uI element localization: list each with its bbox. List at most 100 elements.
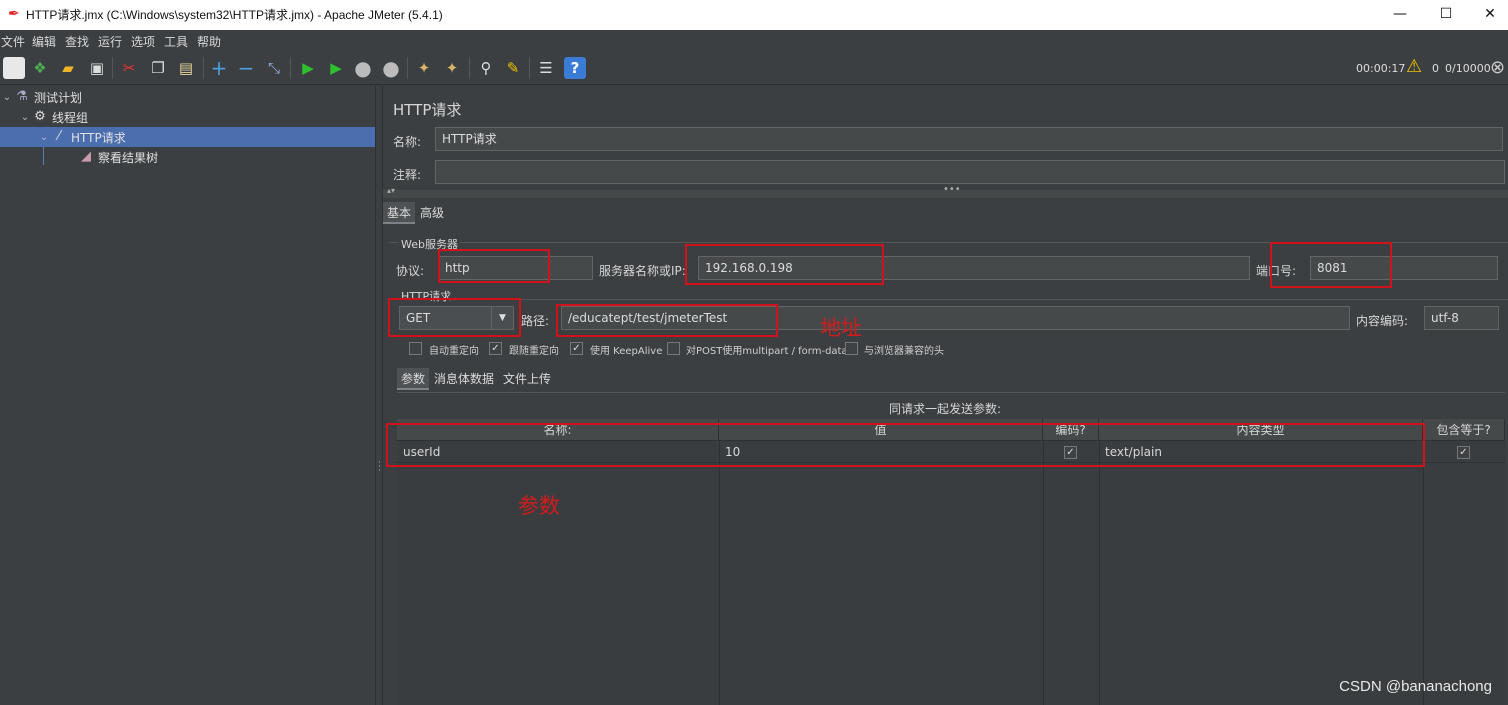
start-no-pause-icon[interactable]: ▶ [325, 57, 347, 79]
menu-tools[interactable]: 工具 [164, 33, 188, 50]
encoding-field[interactable]: utf-8 [1424, 306, 1499, 330]
annotation-box-method [388, 298, 521, 337]
split-pane-divider[interactable]: · · · [375, 86, 383, 705]
browser-headers-checkbox[interactable] [845, 342, 858, 355]
tab-divider [397, 392, 1505, 393]
annotation-box-params [386, 423, 1425, 467]
start-icon[interactable]: ▶ [297, 57, 319, 79]
protocol-label: 协议: [396, 264, 425, 278]
column-header-include-equals[interactable]: 包含等于? [1423, 419, 1505, 441]
reset-search-icon[interactable]: ✎ [502, 57, 524, 79]
pipette-icon: ⁄ [57, 129, 61, 144]
close-button[interactable]: ✕ [1468, 2, 1508, 26]
comment-label: 注释: [393, 168, 422, 182]
cut-icon[interactable]: ✂ [118, 57, 140, 79]
follow-redirect-checkbox[interactable]: ✓ [489, 342, 502, 355]
auto-redirect-checkbox[interactable] [409, 342, 422, 355]
window-title-bar: ✒ HTTP请求.jmx (C:\Windows\system32\HTTP请求… [0, 0, 1508, 30]
tree-connector-line [43, 147, 44, 165]
tree-item-test-plan[interactable]: ⌄ ⚗ 测试计划 [0, 87, 375, 107]
minimize-button[interactable]: — [1378, 2, 1422, 26]
chevron-down-icon[interactable]: ⌄ [37, 132, 51, 143]
tab-basic[interactable]: 基本 [383, 202, 416, 224]
tab-advanced[interactable]: 高级 [416, 202, 448, 224]
server-label: 服务器名称或IP: [599, 264, 686, 278]
tab-file-upload[interactable]: 文件上传 [499, 368, 555, 390]
menu-help[interactable]: 帮助 [197, 33, 221, 50]
menu-bar: 文件 编辑 查找 运行 选项 工具 帮助 [0, 30, 1508, 51]
multipart-checkbox[interactable] [667, 342, 680, 355]
tree-item-http-request[interactable]: ⌄ ⁄ HTTP请求 [0, 127, 375, 147]
browser-headers-label: 与浏览器兼容的头 [864, 346, 944, 357]
collapse-bar[interactable]: ▴▾ ••• [383, 184, 1508, 198]
elapsed-time: 00:00:17 [1356, 62, 1406, 75]
toolbar: ❖ ▰ ▣ ✂ ❐ ▤ + − ⤡ ▶ ▶ ● ● ✦ ✦ ⚲ ✎ ☰ ? 00… [0, 51, 1508, 85]
test-plan-tree: ⌄ ⚗ 测试计划 ⌄ ⚙ 线程组 ⌄ ⁄ HTTP请求 ◢ 察看结果树 [0, 86, 375, 705]
save-icon[interactable]: ▣ [86, 57, 108, 79]
expand-icon[interactable]: + [208, 56, 230, 80]
drag-handle-icon[interactable]: · · · [378, 459, 381, 476]
copy-icon[interactable]: ❐ [147, 57, 169, 79]
menu-file[interactable]: 文件 [1, 33, 25, 50]
help-icon[interactable]: ? [564, 57, 586, 79]
new-icon[interactable] [3, 57, 25, 79]
collapse-arrows-icon[interactable]: ▴▾ [387, 186, 395, 195]
annotation-box-protocol [438, 249, 550, 283]
encoding-label: 内容编码: [1356, 314, 1409, 328]
tree-item-label: HTTP请求 [71, 130, 126, 145]
thread-count: 0/10000 [1445, 62, 1491, 75]
maximize-button[interactable]: ☐ [1424, 2, 1468, 26]
jmeter-feather-icon: ✒ [8, 6, 20, 22]
name-field[interactable]: HTTP请求 [435, 127, 1503, 151]
annotation-box-port [1270, 242, 1392, 288]
templates-icon[interactable]: ❖ [29, 57, 51, 79]
drag-handle-icon[interactable]: ••• [943, 184, 961, 195]
chevron-down-icon[interactable]: ⌄ [0, 92, 14, 103]
chart-icon: ◢ [81, 149, 91, 164]
annotation-box-path [556, 304, 778, 337]
follow-redirect-label: 跟随重定向 [509, 346, 559, 357]
stop-icon[interactable]: ● [352, 56, 374, 80]
annotation-address: 地址 [820, 316, 862, 340]
menu-edit[interactable]: 编辑 [32, 33, 56, 50]
clear-all-icon[interactable]: ✦ [441, 57, 463, 79]
collapse-icon[interactable]: − [235, 56, 257, 80]
paste-icon[interactable]: ▤ [175, 57, 197, 79]
params-caption: 同请求一起发送参数: [889, 402, 1002, 416]
keepalive-checkbox[interactable]: ✓ [570, 342, 583, 355]
shutdown-icon[interactable]: ● [380, 56, 402, 80]
flask-icon: ⚗ [16, 89, 28, 104]
open-icon[interactable]: ▰ [57, 57, 79, 79]
annotation-box-server [685, 244, 884, 285]
watermark: CSDN @bananachong [1339, 678, 1492, 695]
function-helper-icon[interactable]: ☰ [535, 57, 557, 79]
panel-title: HTTP请求 [393, 101, 462, 119]
annotation-params: 参数 [518, 494, 560, 518]
http-request-panel: HTTP请求 名称: HTTP请求 注释: ▴▾ ••• 基本 高级 Web服务… [383, 86, 1508, 705]
tree-item-label: 线程组 [52, 110, 89, 125]
auto-redirect-label: 自动重定向 [429, 346, 479, 357]
running-indicator-icon: ⊗ [1490, 57, 1506, 78]
tree-item-label: 测试计划 [34, 90, 83, 105]
http-request-group-border [389, 299, 1508, 300]
multipart-label: 对POST使用multipart / form-data [686, 346, 848, 357]
tree-item-result-tree[interactable]: ◢ 察看结果树 [78, 147, 375, 167]
tab-parameters[interactable]: 参数 [397, 368, 430, 390]
tree-item-label: 察看结果树 [98, 150, 159, 165]
cell-include-equals-checkbox[interactable]: ✓ [1457, 446, 1470, 459]
tab-body-data[interactable]: 消息体数据 [430, 368, 498, 390]
name-label: 名称: [393, 135, 422, 149]
chevron-down-icon[interactable]: ⌄ [18, 112, 32, 123]
search-icon[interactable]: ⚲ [475, 57, 497, 79]
menu-search[interactable]: 查找 [65, 33, 89, 50]
toggle-icon[interactable]: ⤡ [263, 57, 285, 79]
window-title: HTTP请求.jmx (C:\Windows\system32\HTTP请求.j… [26, 8, 443, 22]
tree-item-thread-group[interactable]: ⌄ ⚙ 线程组 [18, 107, 375, 127]
keepalive-label: 使用 KeepAlive [590, 346, 663, 357]
comment-field[interactable] [435, 160, 1505, 184]
path-label: 路径: [521, 314, 550, 328]
menu-options[interactable]: 选项 [131, 33, 155, 50]
clear-icon[interactable]: ✦ [413, 57, 435, 79]
menu-run[interactable]: 运行 [98, 33, 122, 50]
warning-icon[interactable]: ⚠ [1406, 56, 1422, 77]
